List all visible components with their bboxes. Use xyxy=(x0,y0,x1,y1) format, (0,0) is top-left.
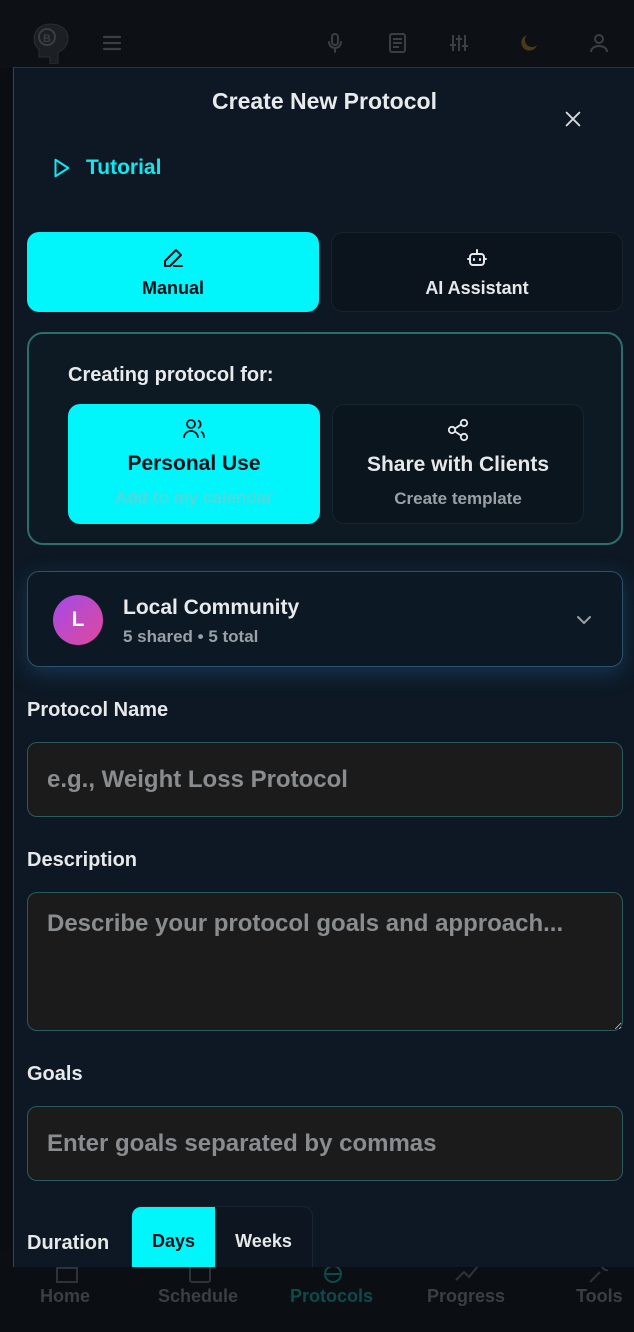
ai-assistant-mode-label: AI Assistant xyxy=(425,277,529,298)
nav-schedule[interactable]: Schedule xyxy=(158,1286,238,1307)
protocol-name-input[interactable] xyxy=(27,742,623,817)
duration-label: Duration xyxy=(27,1232,110,1254)
protocol-name-label: Protocol Name xyxy=(27,699,169,721)
menu-icon[interactable] xyxy=(97,28,127,58)
close-icon xyxy=(565,111,581,127)
community-name: Local Community xyxy=(123,596,300,619)
brain-logo-icon[interactable]: B xyxy=(30,20,70,65)
tutorial-link[interactable]: Tutorial xyxy=(50,156,161,180)
top-bar: B xyxy=(0,0,634,68)
goals-input[interactable] xyxy=(27,1106,623,1181)
microphone-icon[interactable] xyxy=(320,28,350,58)
creating-for-title: Creating protocol for: xyxy=(68,364,274,386)
nav-home[interactable]: Home xyxy=(40,1286,90,1307)
personal-use-subtitle: Add to my calendar xyxy=(115,488,273,507)
play-icon xyxy=(54,158,70,178)
community-subtitle: 5 shared • 5 total xyxy=(123,627,259,646)
nav-progress[interactable]: Progress xyxy=(427,1286,505,1307)
description-textarea[interactable] xyxy=(27,892,623,1031)
personal-use-title: Personal Use xyxy=(127,452,261,475)
news-icon[interactable] xyxy=(382,28,412,58)
duration-unit-toggle: Days Weeks xyxy=(131,1206,313,1267)
nav-tools[interactable]: Tools xyxy=(576,1286,623,1307)
share-with-clients-title: Share with Clients xyxy=(366,453,550,476)
chevron-down-icon xyxy=(577,616,591,624)
weeks-option[interactable]: Weeks xyxy=(215,1207,312,1267)
users-icon xyxy=(183,419,205,439)
manual-mode-button[interactable]: Manual xyxy=(27,232,319,312)
creating-for-panel: Creating protocol for: Personal Use Add … xyxy=(27,332,623,545)
manual-mode-label: Manual xyxy=(141,277,204,298)
pencil-icon xyxy=(164,248,183,267)
community-avatar: L xyxy=(53,595,103,645)
nav-protocols[interactable]: Protocols xyxy=(290,1286,373,1307)
user-icon[interactable] xyxy=(584,28,614,58)
create-protocol-modal: Create New Protocol Tutorial Manual AI A… xyxy=(13,67,634,1267)
bot-icon xyxy=(467,248,487,266)
personal-use-option[interactable]: Personal Use Add to my calendar xyxy=(68,404,320,524)
days-option[interactable]: Days xyxy=(132,1207,215,1267)
sliders-icon[interactable] xyxy=(444,28,474,58)
share-with-clients-option[interactable]: Share with Clients Create template xyxy=(332,404,584,524)
moon-icon[interactable] xyxy=(514,28,544,58)
share-with-clients-subtitle: Create template xyxy=(394,489,522,508)
goals-label: Goals xyxy=(27,1063,83,1085)
share-icon xyxy=(447,418,469,442)
modal-title: Create New Protocol xyxy=(212,88,437,114)
tutorial-label: Tutorial xyxy=(86,156,162,179)
close-button[interactable] xyxy=(560,106,586,132)
community-selector[interactable]: L Local Community 5 shared • 5 total xyxy=(27,571,623,667)
svg-text:B: B xyxy=(43,33,51,45)
description-label: Description xyxy=(27,849,138,871)
ai-assistant-mode-button[interactable]: AI Assistant xyxy=(331,232,623,312)
